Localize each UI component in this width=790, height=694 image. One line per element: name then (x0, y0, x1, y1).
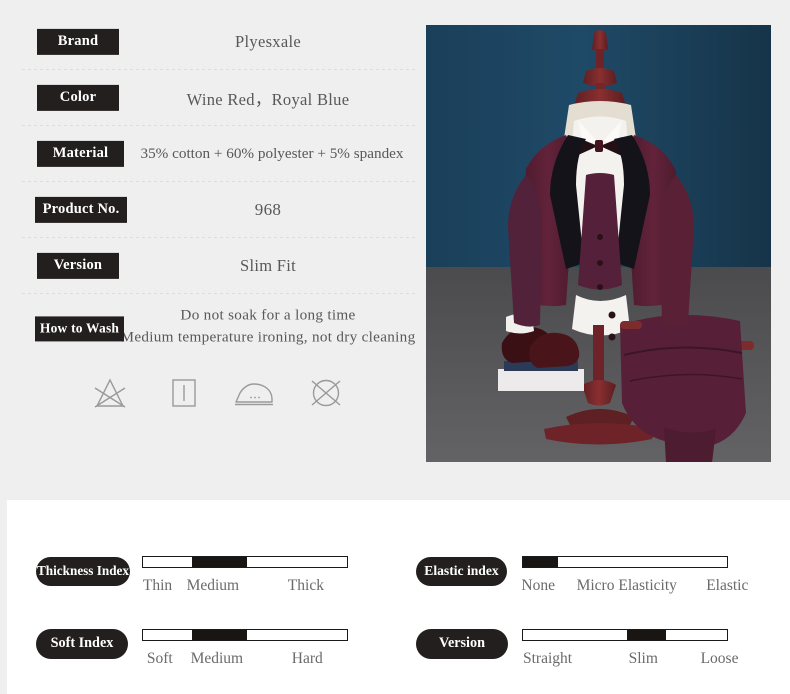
drip-dry-icon (158, 368, 210, 418)
scale-label: Loose (700, 650, 739, 667)
elastic-index-fill (523, 557, 558, 567)
scale-label: Slim (628, 650, 658, 667)
scale-label: None (521, 577, 555, 594)
spec-row-version: Version Slim Fit (22, 238, 418, 294)
soft-index-fill (191, 630, 248, 640)
spec-label-version: Version (37, 252, 119, 280)
spec-row-brand: Brand Plyesxale (22, 14, 418, 70)
spec-label-brand: Brand (37, 28, 119, 56)
spec-label-material: Material (37, 140, 124, 168)
scale-label: Thick (287, 577, 324, 594)
product-spec-page: Brand Plyesxale Color Wine Red，Royal Blu… (0, 0, 790, 694)
scale-label: Medium (190, 650, 244, 667)
spec-row-color: Color Wine Red，Royal Blue (22, 70, 418, 126)
specification-section: Brand Plyesxale Color Wine Red，Royal Blu… (0, 0, 790, 500)
spec-row-material: Material 35% cotton + 60% polyester + 5%… (22, 126, 418, 182)
care-symbols-row (22, 368, 352, 418)
wash-instruction-line-1: Do not soak for a long time (180, 306, 356, 324)
iron-medium-icon (228, 368, 280, 418)
scale-label: Micro Elasticity (576, 577, 677, 594)
no-bleach-icon (84, 368, 136, 418)
no-dry-clean-icon (300, 368, 352, 418)
scale-label: Medium (186, 577, 240, 594)
thickness-index-fill (191, 557, 248, 567)
spec-label-how-to-wash: How to Wash (35, 315, 124, 342)
scale-label: Elastic (706, 577, 749, 594)
scale-label: Thin (142, 577, 173, 594)
elastic-index-bar[interactable] (522, 556, 728, 568)
elastic-index-label: Elastic index (416, 557, 507, 587)
wash-instruction-line-2: Medium temperature ironing, not dry clea… (120, 328, 416, 345)
suit-illustration (426, 25, 771, 462)
soft-index-label: Soft Index (36, 629, 128, 659)
scale-label: Straight (523, 650, 573, 667)
version-index-bar[interactable] (522, 629, 728, 641)
spec-label-product-no: Product No. (35, 196, 127, 224)
soft-index-bar[interactable] (142, 629, 348, 641)
version-index-label: Version (416, 629, 508, 659)
product-photo-inner (426, 25, 771, 462)
version-index-fill (627, 630, 666, 640)
left-edge-strip (0, 500, 7, 694)
index-section (0, 500, 790, 694)
spec-label-color: Color (37, 84, 119, 112)
thickness-index-label: Thickness Index (36, 557, 130, 586)
spec-row-product-no: Product No. 968 (22, 182, 418, 238)
scale-label: Hard (291, 650, 323, 667)
scale-label: Soft (146, 650, 173, 667)
spec-row-how-to-wash: How to Wash Do not soak for a long time … (22, 294, 418, 358)
specification-table: Brand Plyesxale Color Wine Red，Royal Blu… (22, 14, 418, 358)
thickness-index-bar[interactable] (142, 556, 348, 568)
product-photo (426, 25, 771, 462)
